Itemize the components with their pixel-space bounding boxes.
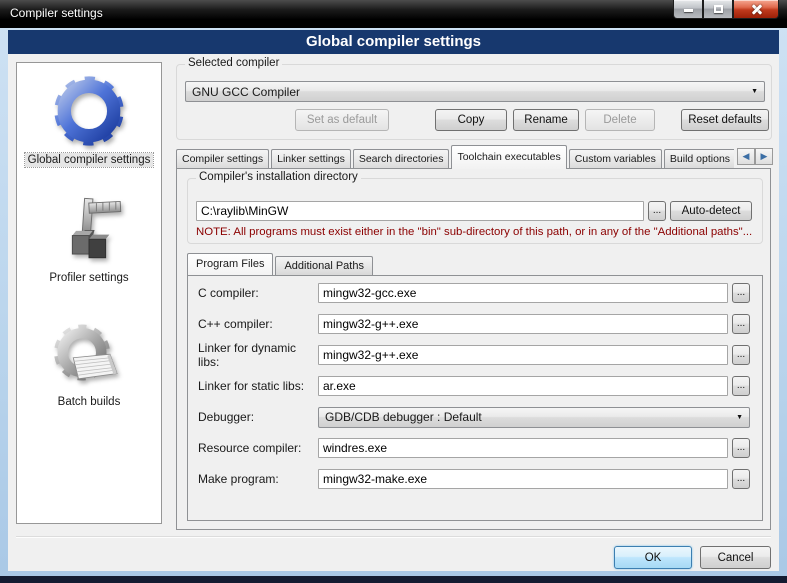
- browse-button[interactable]: ...: [732, 469, 750, 489]
- footer-separator: [16, 536, 771, 538]
- minimize-icon: [684, 9, 693, 12]
- tab-compiler-settings[interactable]: Compiler settings: [176, 149, 269, 169]
- sidebar-item-batch-builds[interactable]: Batch builds: [52, 321, 126, 409]
- field-label: Linker for dynamic libs:: [198, 341, 318, 369]
- subtab-program-files[interactable]: Program Files: [187, 253, 273, 275]
- browse-button[interactable]: ...: [732, 314, 750, 334]
- restore-icon: [714, 5, 723, 13]
- install-directory-browse-button[interactable]: ...: [648, 201, 666, 221]
- make-program-input[interactable]: [318, 469, 728, 489]
- toolchain-field-row: Make program:...: [198, 469, 750, 489]
- chevron-down-icon: ▼: [751, 88, 758, 95]
- sidebar-item-label: Global compiler settings: [25, 153, 154, 167]
- field-label: C compiler:: [198, 286, 318, 300]
- linker-for-dynamic-libs-input[interactable]: [318, 345, 728, 365]
- toolchain-field-row: C++ compiler:...: [198, 314, 750, 334]
- browse-button[interactable]: ...: [732, 345, 750, 365]
- close-button[interactable]: [733, 0, 779, 19]
- window-bottom-edge: [0, 576, 787, 583]
- tab-scroll-left-button[interactable]: ◀: [737, 148, 755, 165]
- browse-button[interactable]: ...: [732, 283, 750, 303]
- compiler-settings-window: Compiler settings Global compiler settin…: [0, 0, 787, 583]
- tab-custom-variables[interactable]: Custom variables: [569, 149, 662, 169]
- toolchain-field-row: C compiler:...: [198, 283, 750, 303]
- cancel-button[interactable]: Cancel: [700, 546, 771, 569]
- dropdown-value: GDB/CDB debugger : Default: [325, 410, 482, 424]
- subtab-additional-paths[interactable]: Additional Paths: [275, 256, 373, 275]
- sidebar: Global compiler settings Profiler setting…: [16, 62, 162, 524]
- toolchain-field-row: Debugger: GDB/CDB debugger : Default ▼: [198, 407, 750, 427]
- ok-button[interactable]: OK: [614, 546, 692, 569]
- field-label: Resource compiler:: [198, 441, 318, 455]
- debugger-dropdown[interactable]: GDB/CDB debugger : Default ▼: [318, 407, 750, 428]
- dialog-content: Global compiler settings Profiler setting…: [8, 54, 779, 571]
- selected-compiler-value: GNU GCC Compiler: [192, 85, 300, 99]
- autodetect-button[interactable]: Auto-detect: [670, 201, 752, 221]
- install-directory-note: NOTE: All programs must exist either in …: [196, 226, 762, 238]
- tab-strip: Compiler settingsLinker settingsSearch d…: [176, 145, 734, 169]
- blue-gear-icon: [50, 73, 128, 149]
- field-label: Linker for static libs:: [198, 379, 318, 393]
- window-title: Compiler settings: [10, 6, 103, 20]
- toolchain-field-row: Resource compiler:...: [198, 438, 750, 458]
- install-directory-group: Compiler's installation directory ... Au…: [187, 178, 763, 244]
- field-label: Debugger:: [198, 410, 318, 424]
- compiler-actions: Set as default Copy Rename Delete Reset defa…: [177, 109, 773, 131]
- selected-compiler-group: Selected compiler GNU GCC Compiler ▼ Set…: [176, 64, 772, 140]
- restore-button[interactable]: [703, 0, 733, 19]
- field-label: Make program:: [198, 472, 318, 486]
- tab-scroll-buttons: ◀ ▶: [737, 148, 773, 165]
- sidebar-item-label: Batch builds: [55, 395, 124, 409]
- reset-defaults-button[interactable]: Reset defaults: [681, 109, 769, 131]
- titlebar: Compiler settings: [0, 0, 787, 28]
- linker-for-static-libs-input[interactable]: [318, 376, 728, 396]
- c-compiler-input[interactable]: [318, 283, 728, 303]
- toolchain-field-row: Linker for dynamic libs:...: [198, 345, 750, 365]
- rename-button[interactable]: Rename: [513, 109, 579, 131]
- selected-compiler-dropdown[interactable]: GNU GCC Compiler ▼: [185, 81, 765, 102]
- chevron-down-icon: ▼: [736, 414, 743, 421]
- caliper-icon: [51, 193, 127, 267]
- c-compiler-input[interactable]: [318, 314, 728, 334]
- install-directory-group-label: Compiler's installation directory: [196, 171, 361, 183]
- resource-compiler-input[interactable]: [318, 438, 728, 458]
- install-directory-input[interactable]: [196, 201, 644, 221]
- toolchain-field-row: Linker for static libs:...: [198, 376, 750, 396]
- tab-build-options[interactable]: Build options: [664, 149, 734, 169]
- sidebar-item-label: Profiler settings: [46, 271, 131, 285]
- window-controls: [673, 0, 779, 19]
- sidebar-item-profiler-settings[interactable]: Profiler settings: [46, 193, 131, 285]
- grey-gear-icon: [52, 321, 126, 391]
- subtab-strip: Program FilesAdditional Paths: [187, 253, 375, 275]
- banner-title: Global compiler settings: [8, 30, 779, 54]
- tab-scroll-right-button[interactable]: ▶: [755, 148, 773, 165]
- tab-linker-settings[interactable]: Linker settings: [271, 149, 351, 169]
- sidebar-item-global-compiler-settings[interactable]: Global compiler settings: [25, 73, 154, 167]
- program-files-fields: C compiler:...C++ compiler:...Linker for…: [187, 275, 763, 521]
- copy-button[interactable]: Copy: [435, 109, 507, 131]
- toolchain-executables-panel: Compiler's installation directory ... Au…: [176, 168, 771, 530]
- browse-button[interactable]: ...: [732, 376, 750, 396]
- set-as-default-button[interactable]: Set as default: [295, 109, 389, 131]
- tab-toolchain-executables[interactable]: Toolchain executables: [451, 145, 566, 169]
- browse-button[interactable]: ...: [732, 438, 750, 458]
- selected-compiler-group-label: Selected compiler: [185, 57, 282, 69]
- minimize-button[interactable]: [673, 0, 703, 19]
- field-label: C++ compiler:: [198, 317, 318, 331]
- delete-button[interactable]: Delete: [585, 109, 655, 131]
- tab-search-directories[interactable]: Search directories: [353, 149, 450, 169]
